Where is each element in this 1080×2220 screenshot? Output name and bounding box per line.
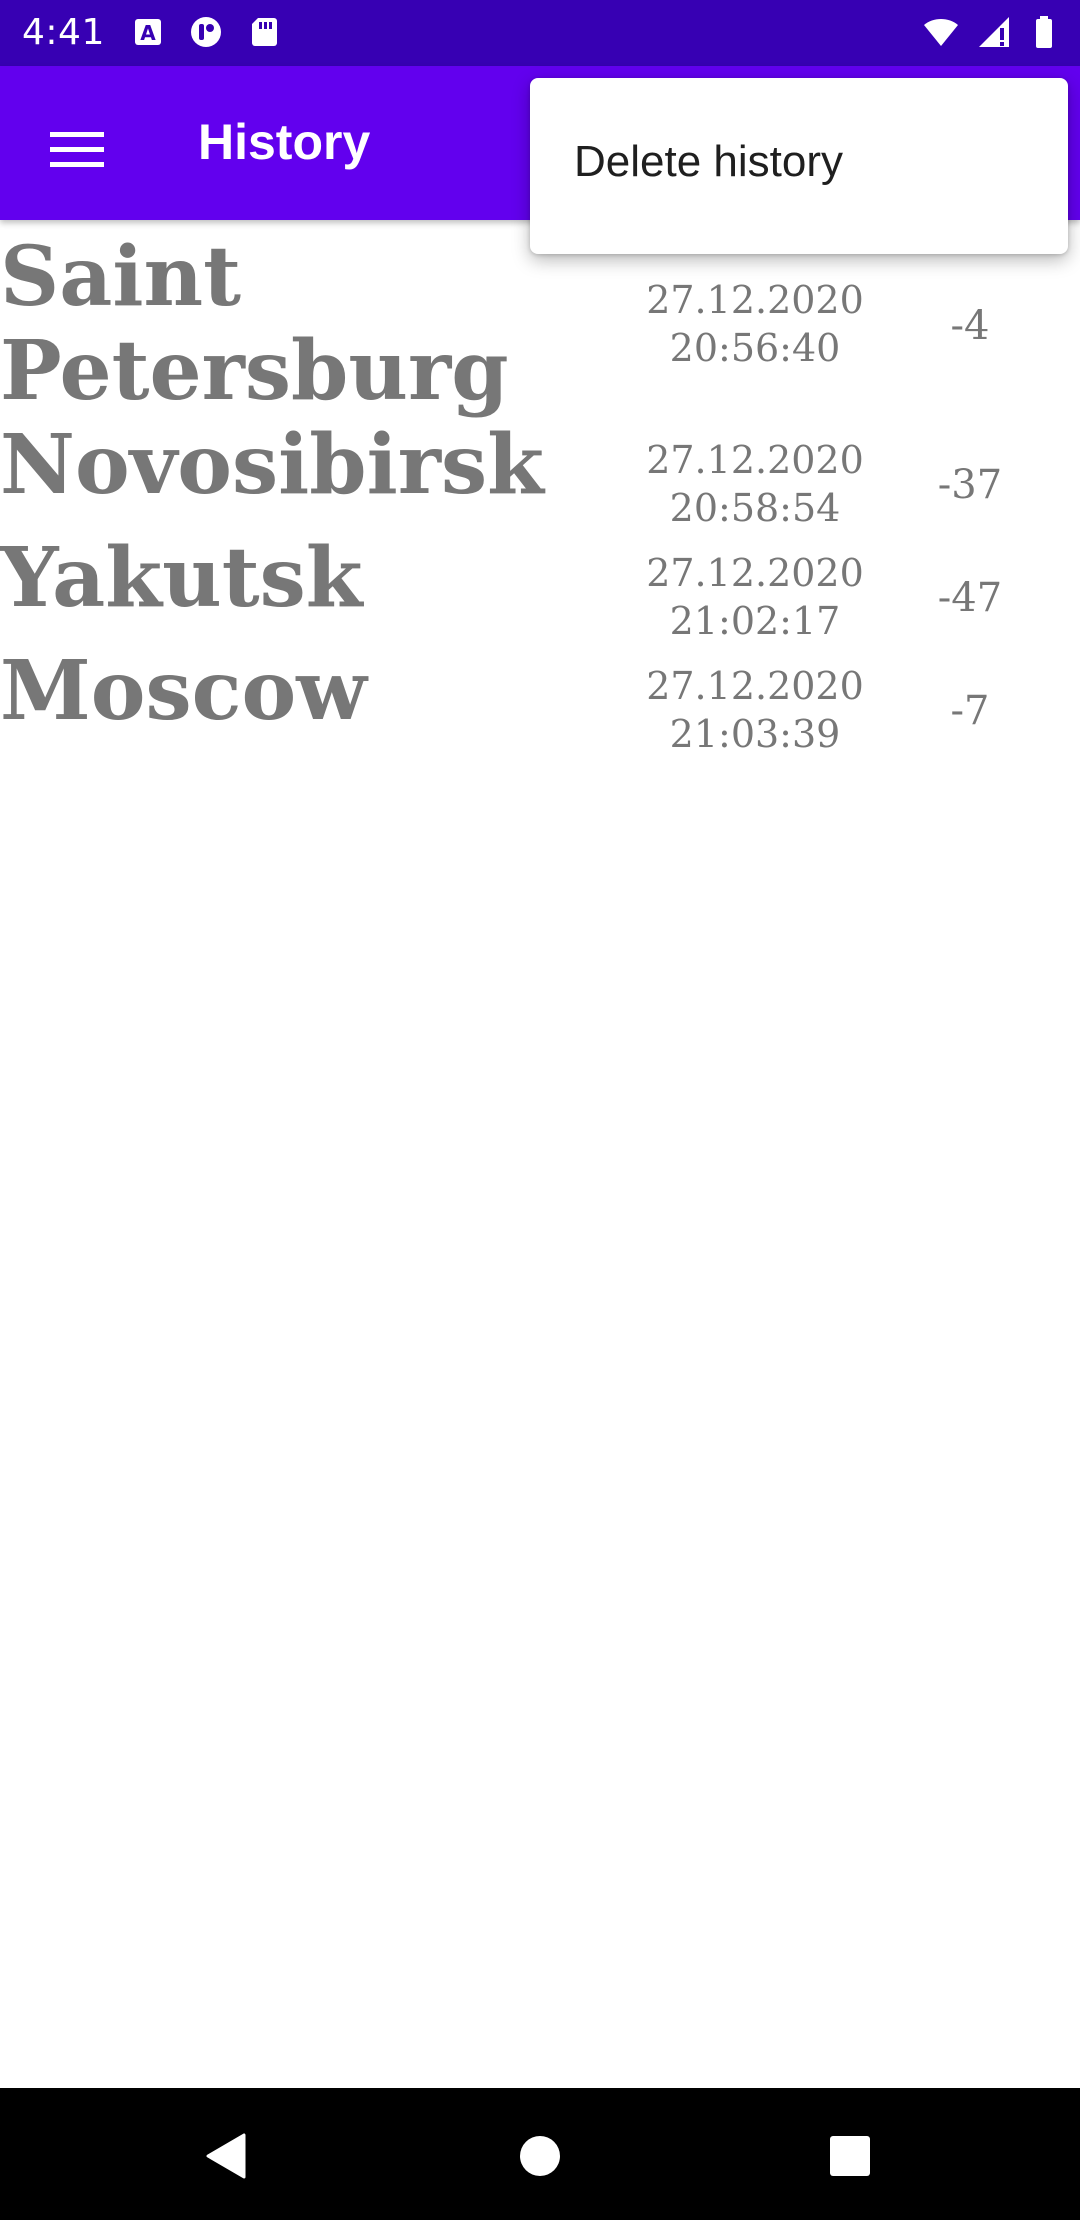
delete-history-menu-item[interactable]: Delete history	[530, 102, 1068, 222]
status-bar: 4:41 A	[0, 0, 1080, 66]
record-date: 27.12.2020	[646, 438, 864, 482]
status-time: 4:41	[22, 12, 105, 53]
record-time: 21:03:39	[669, 712, 841, 756]
temperature-value: -37	[937, 462, 1003, 508]
city-name: Novosibirsk	[0, 417, 544, 513]
sd-card-icon	[252, 18, 277, 46]
overflow-popup-menu: Delete history	[530, 78, 1068, 254]
notification-app-icon	[191, 17, 221, 47]
navigation-menu-button[interactable]	[34, 106, 120, 192]
city-name: Saint Petersburg	[0, 229, 509, 419]
history-row[interactable]: Moscow 27.12.2020 21:03:39 -7	[0, 644, 1080, 765]
history-row[interactable]: Yakutsk 27.12.2020 21:02:17 -47	[0, 531, 1080, 652]
history-list: Saint Petersburg 27.12.2020 20:56:40 -4 …	[0, 230, 1080, 765]
back-icon	[206, 2133, 246, 2179]
cell-signal-icon	[979, 17, 1009, 47]
recents-icon	[830, 2136, 870, 2176]
record-date: 27.12.2020	[646, 551, 864, 595]
status-icons-left: A	[130, 14, 282, 50]
temperature-value: -47	[937, 575, 1003, 621]
page-title: History	[198, 114, 371, 170]
history-row[interactable]: Novosibirsk 27.12.2020 20:58:54 -37	[0, 418, 1080, 539]
system-navigation-bar	[0, 2088, 1080, 2220]
temperature-value: -7	[950, 688, 990, 734]
city-name: Yakutsk	[0, 530, 363, 626]
record-date: 27.12.2020	[646, 278, 864, 322]
record-time: 20:58:54	[669, 486, 841, 530]
record-time: 21:02:17	[669, 599, 841, 643]
svg-text:A: A	[140, 21, 156, 45]
status-icons-right	[920, 14, 1062, 50]
record-time: 20:56:40	[669, 326, 841, 370]
back-button[interactable]	[196, 2126, 256, 2186]
city-name: Moscow	[0, 643, 367, 739]
temperature-value: -4	[950, 303, 990, 349]
wifi-icon	[924, 19, 958, 46]
record-date: 27.12.2020	[646, 664, 864, 708]
history-row[interactable]: Saint Petersburg 27.12.2020 20:56:40 -4	[0, 230, 1080, 426]
battery-icon	[1036, 16, 1052, 48]
accessibility-a-icon: A	[135, 19, 161, 45]
recents-button[interactable]	[820, 2126, 880, 2186]
home-button[interactable]	[510, 2126, 570, 2186]
hamburger-menu-icon	[50, 132, 104, 167]
home-icon	[520, 2136, 560, 2176]
